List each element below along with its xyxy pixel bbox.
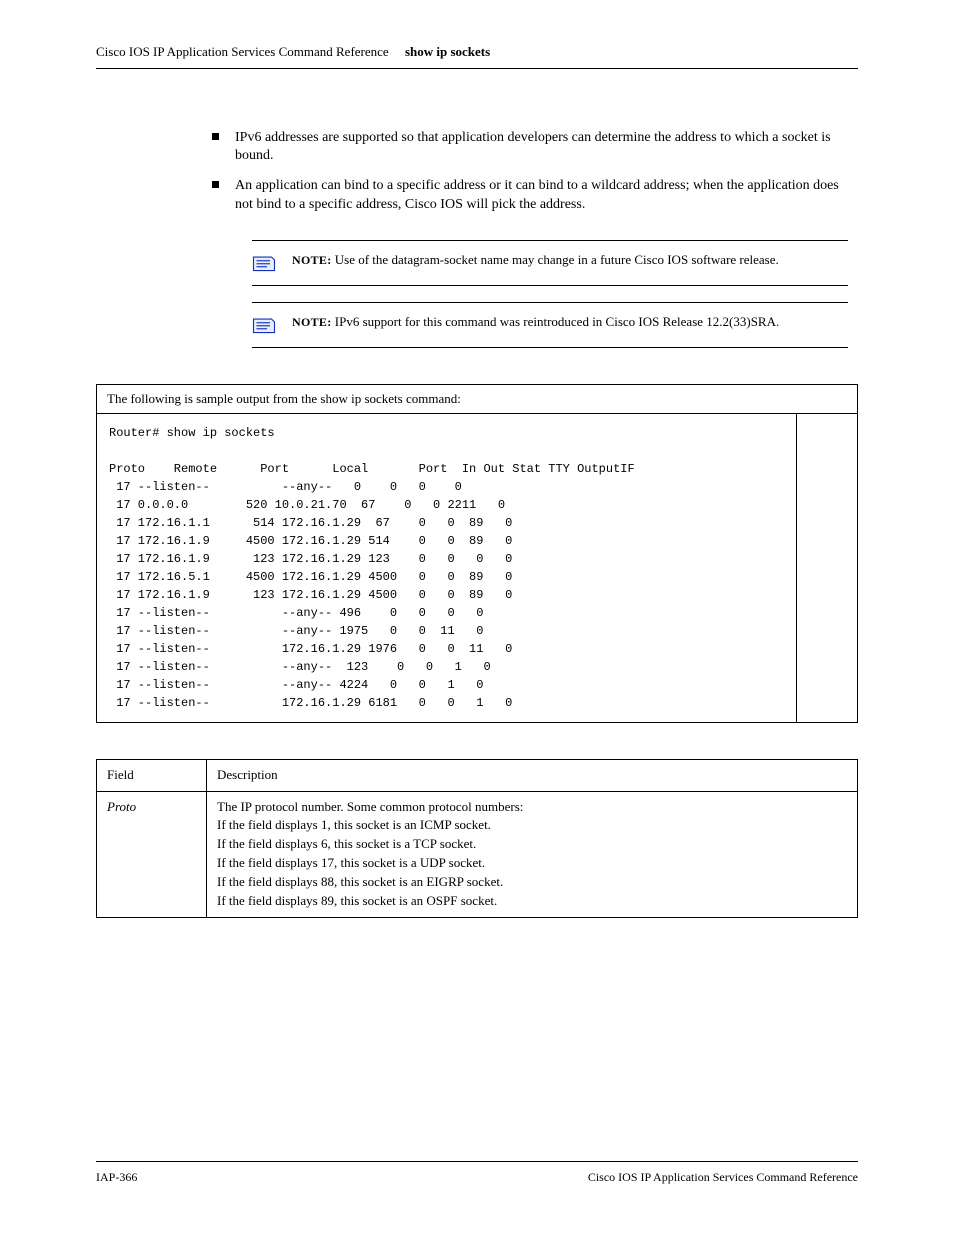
field-description: The IP protocol number. Some common prot… bbox=[207, 791, 858, 917]
desc-item: If the field displays 89, this socket is… bbox=[217, 892, 847, 911]
table-row: Proto The IP protocol number. Some commo… bbox=[97, 791, 858, 917]
list-item: An application can bind to a specific ad… bbox=[212, 177, 848, 213]
output-body: Router# show ip sockets Proto Remote Por… bbox=[97, 414, 797, 722]
table-header-description: Description bbox=[207, 759, 858, 791]
note-label: NOTE: bbox=[292, 253, 332, 267]
note-body: NOTE: Use of the datagram-socket name ma… bbox=[292, 251, 848, 273]
running-head: show ip sockets bbox=[405, 44, 490, 59]
header-rule bbox=[96, 68, 858, 69]
table-header-field: Field bbox=[97, 759, 207, 791]
field-description-table: Field Description Proto The IP protocol … bbox=[96, 759, 858, 918]
desc-item: If the field displays 17, this socket is… bbox=[217, 854, 847, 873]
footer-doc-title: Cisco IOS IP Application Services Comman… bbox=[588, 1170, 858, 1185]
desc-item: If the field displays 88, this socket is… bbox=[217, 873, 847, 892]
desc-lead: The IP protocol number. Some common prot… bbox=[217, 798, 847, 817]
bullet-list: IPv6 addresses are supported so that app… bbox=[212, 129, 848, 214]
list-item: IPv6 addresses are supported so that app… bbox=[212, 129, 848, 165]
note-icon bbox=[252, 315, 276, 335]
output-example-box: The following is sample output from the … bbox=[96, 384, 858, 723]
table-header-row: Field Description bbox=[97, 759, 858, 791]
bullet-text: IPv6 addresses are supported so that app… bbox=[235, 129, 848, 165]
square-bullet-icon bbox=[212, 181, 219, 188]
note-block: NOTE: IPv6 support for this command was … bbox=[252, 302, 848, 348]
note-text: IPv6 support for this command was reintr… bbox=[335, 314, 779, 329]
doc-title: Cisco IOS IP Application Services Comman… bbox=[96, 44, 389, 59]
note-body: NOTE: IPv6 support for this command was … bbox=[292, 313, 848, 335]
output-caption: The following is sample output from the … bbox=[97, 385, 857, 414]
note-text: Use of the datagram-socket name may chan… bbox=[335, 252, 779, 267]
page: Cisco IOS IP Application Services Comman… bbox=[96, 44, 858, 1165]
bullet-text: An application can bind to a specific ad… bbox=[235, 177, 848, 213]
footer-page-number: IAP-366 bbox=[96, 1170, 137, 1185]
desc-item: If the field displays 1, this socket is … bbox=[217, 816, 847, 835]
page-footer: IAP-366 Cisco IOS IP Application Service… bbox=[96, 1161, 858, 1185]
note-icon bbox=[252, 253, 276, 273]
body: IPv6 addresses are supported so that app… bbox=[212, 129, 848, 348]
note-label: NOTE: bbox=[292, 315, 332, 329]
square-bullet-icon bbox=[212, 133, 219, 140]
output-box-right-strip bbox=[797, 410, 857, 722]
field-name: Proto bbox=[97, 791, 207, 917]
running-header: Cisco IOS IP Application Services Comman… bbox=[96, 44, 858, 60]
desc-item: If the field displays 6, this socket is … bbox=[217, 835, 847, 854]
note-block: NOTE: Use of the datagram-socket name ma… bbox=[252, 240, 848, 286]
